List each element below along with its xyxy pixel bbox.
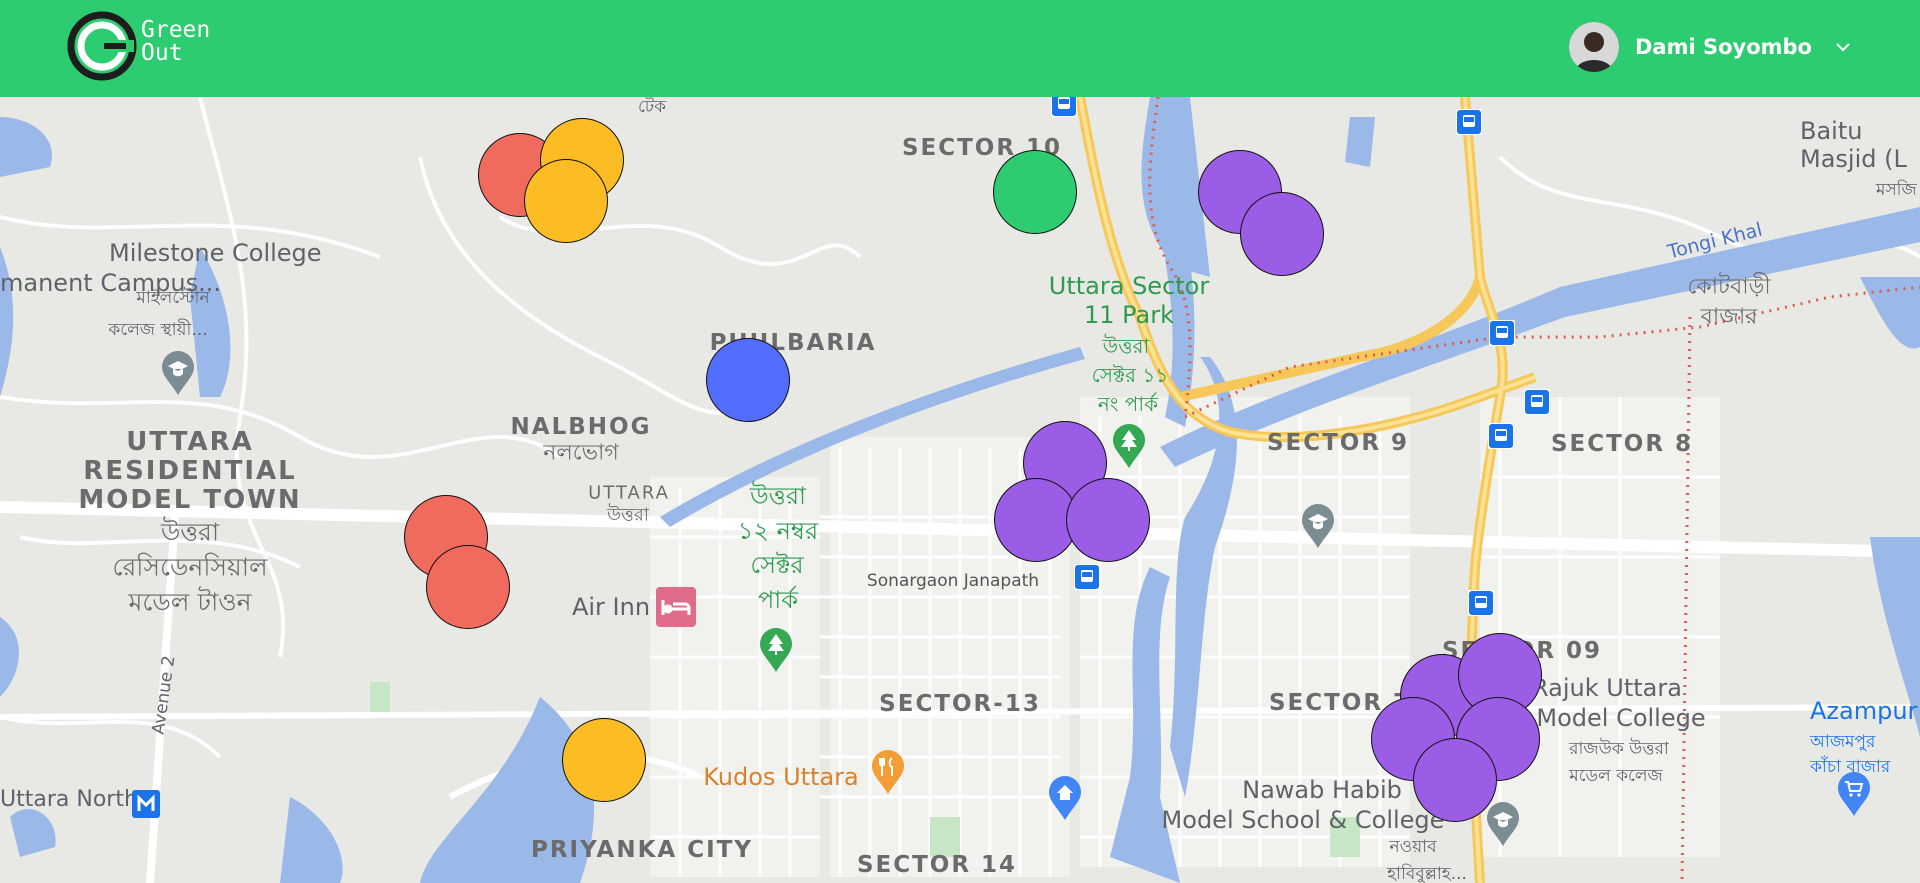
school-icon[interactable]: [160, 350, 196, 396]
user-menu[interactable]: Dami Soyombo: [1568, 22, 1852, 72]
park-label-sector-11-bn-3: নং পার্ক: [1097, 392, 1159, 416]
bus-stop-icon[interactable]: [1074, 564, 1100, 590]
map-marker[interactable]: [706, 338, 790, 422]
bus-stop-icon[interactable]: [1488, 423, 1514, 449]
place-label-kotbari-2: বাজার: [1700, 304, 1758, 330]
area-label-urmt-bn-3: মডেল টাওন: [128, 587, 252, 617]
bus-stop-icon[interactable]: [1489, 320, 1515, 346]
map-marker[interactable]: [1066, 478, 1150, 562]
map-marker[interactable]: [562, 718, 646, 802]
school-icon[interactable]: [1300, 503, 1336, 549]
area-label-tek: টেক: [637, 97, 667, 117]
place-label-rajuk-1: Rajuk Uttara: [1532, 674, 1682, 702]
hotel-icon[interactable]: [656, 587, 696, 627]
metro-station-icon[interactable]: [132, 790, 160, 818]
place-label-nawab-2: Model School & College: [1161, 806, 1445, 834]
place-label-baitul-2: Masjid (L: [1800, 145, 1907, 173]
map-marker[interactable]: [1413, 738, 1497, 822]
place-label-rajuk-bn-2: মডেল কলেজ: [1569, 766, 1663, 786]
place-label-rajuk-bn-1: রাজউক উত্তরা: [1569, 739, 1669, 759]
park-label-sector-12-2: ১২ নম্বর: [737, 517, 819, 545]
area-label-urmt-1: UTTARA: [126, 427, 254, 457]
place-label-azampur: Azampur: [1810, 697, 1918, 725]
road-label-sonargaon-janapath: Sonargaon Janapath: [866, 571, 1040, 591]
place-label-milestone-bn-1: মাইলস্টোন: [136, 288, 210, 308]
place-label-milestone-bn-2: কলেজ স্থায়ী...: [108, 320, 208, 340]
logo-text[interactable]: Green Out: [141, 19, 210, 65]
home-pin-icon[interactable]: [1047, 775, 1083, 821]
area-label-urmt-3: MODEL TOWN: [78, 485, 302, 515]
user-name: Dami Soyombo: [1634, 35, 1812, 59]
logo-line-2: Out: [141, 40, 183, 66]
top-navigation-bar: Green Out Dami Soyombo: [0, 0, 1920, 97]
bus-stop-icon[interactable]: [1051, 97, 1077, 117]
area-label-sector-14: SECTOR 14: [856, 852, 1018, 878]
park-label-sector-11-bn-2: সেক্টর ১১: [1091, 363, 1169, 387]
park-label-sector-11-1: Uttara Sector: [1048, 272, 1210, 300]
bus-stop-icon[interactable]: [1468, 590, 1494, 616]
area-label-nalbhog-bn: নলভোগ: [543, 440, 619, 466]
area-label-sector-13: SECTOR-13: [879, 691, 1041, 717]
map-marker[interactable]: [524, 159, 608, 243]
school-icon[interactable]: [1485, 801, 1521, 847]
park-label-sector-11-bn-1: উত্তরা: [1102, 334, 1150, 358]
bus-stop-icon[interactable]: [1456, 109, 1482, 135]
place-label-nawab-bn-1: নওয়াব: [1389, 837, 1437, 857]
area-label-urmt-2: RESIDENTIAL: [83, 456, 297, 486]
place-label-masjid-bn: মসজি: [1876, 180, 1917, 200]
map-marker[interactable]: [1240, 192, 1324, 276]
map-view[interactable]: টেক SECTOR 10 Milestone College manent C…: [0, 97, 1920, 883]
place-label-nawab-1: Nawab Habib: [1242, 776, 1402, 804]
map-marker[interactable]: [993, 150, 1077, 234]
area-label-sector-9: SECTOR 9: [1266, 430, 1410, 456]
place-label-kudos-uttara[interactable]: Kudos Uttara: [703, 763, 858, 791]
park-label-sector-12-1: উত্তরা: [749, 482, 807, 510]
park-tree-icon[interactable]: [758, 627, 794, 673]
restaurant-icon[interactable]: [870, 749, 906, 795]
park-label-sector-12-4: পার্ক: [757, 586, 799, 614]
park-tree-icon[interactable]: [1111, 423, 1147, 469]
place-label-air-inn[interactable]: Air Inn: [572, 593, 650, 621]
place-label-azampur-bn-1: আজমপুর: [1810, 732, 1876, 752]
place-label-uttara-north: Uttara North: [0, 787, 138, 812]
green-out-logo-icon[interactable]: [66, 10, 142, 82]
avatar[interactable]: [1568, 22, 1619, 72]
shopping-cart-icon[interactable]: [1836, 771, 1872, 817]
map-marker[interactable]: [426, 545, 510, 629]
park-label-sector-11-2: 11 Park: [1083, 301, 1175, 329]
place-label-rajuk-2: Model College: [1536, 704, 1706, 732]
place-label-baitul-1: Baitu: [1800, 117, 1863, 145]
bus-stop-icon[interactable]: [1524, 389, 1550, 415]
area-label-uttara-bn: উত্তরা: [606, 504, 650, 526]
place-label-milestone-1: Milestone College: [109, 239, 322, 267]
chevron-down-icon[interactable]: [1834, 38, 1852, 56]
area-label-priyanka-city: PRIYANKA CITY: [530, 837, 754, 863]
place-label-nawab-bn-2: হাবিবুল্লাহ...: [1387, 864, 1467, 883]
park-label-sector-12-3: সেক্টর: [750, 551, 804, 579]
area-label-sector-8: SECTOR 8: [1550, 431, 1694, 457]
logo-line-1: Green: [141, 17, 211, 43]
